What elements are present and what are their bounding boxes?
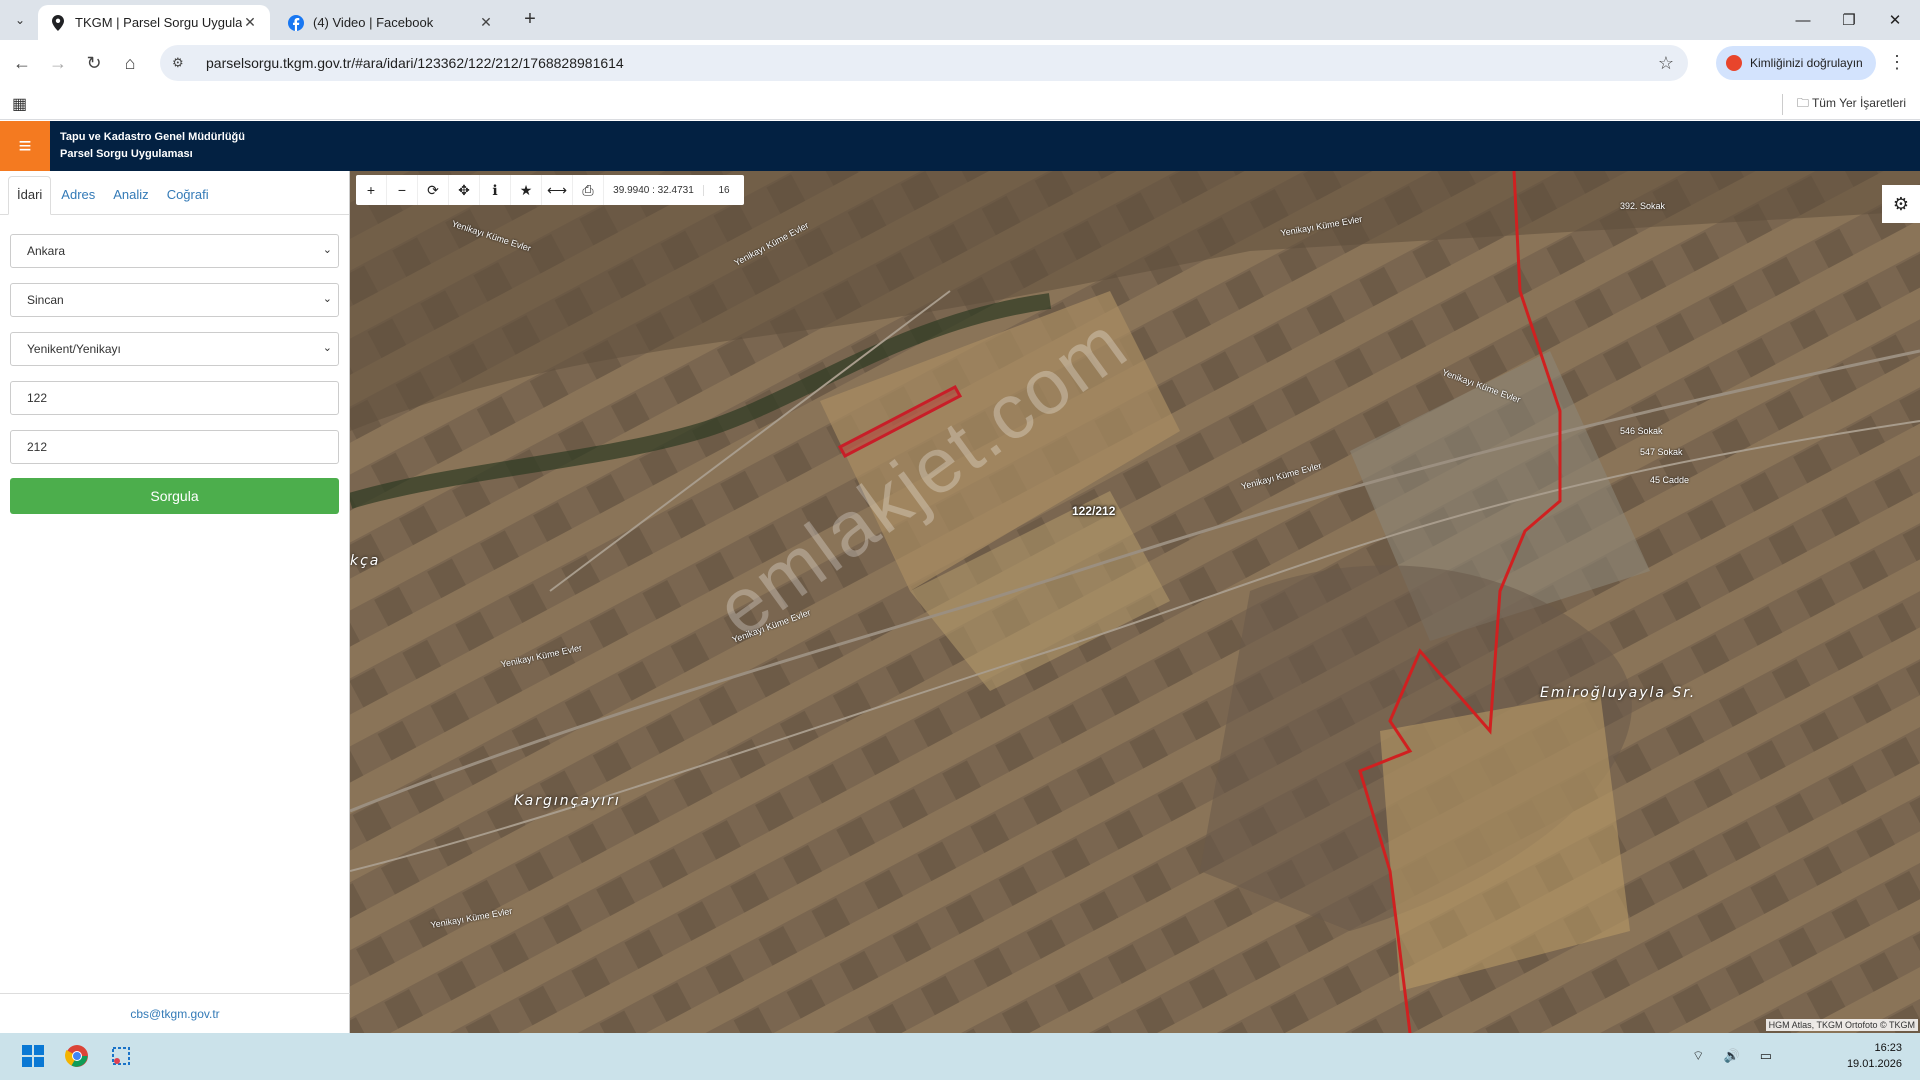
brand-line2: Parsel Sorgu Uygulaması [60,148,193,160]
neighborhood-select[interactable]: Yenikent/Yenikayı ⌄ [10,332,339,366]
contact-email-link[interactable]: cbs@tkgm.gov.tr [0,993,350,1033]
tab-adres[interactable]: Adres [53,177,103,214]
coordinate-readout: 39.9940 : 32.4731 [604,184,704,196]
minimize-icon[interactable]: — [1780,0,1826,40]
os-taskbar: ⌔ 🔊 ▭ 16:23 19.01.2026 [0,1033,1920,1080]
query-tabs: İdari Adres Analiz Coğrafi [0,171,349,215]
refresh-icon[interactable]: ⟳ [418,175,449,205]
road-label: 45 Cadde [1650,475,1690,485]
tab-idari[interactable]: İdari [8,176,52,215]
snipping-tool-icon[interactable] [106,1041,136,1071]
all-bookmarks-label: Tüm Yer İşaretleri [1811,96,1906,110]
place-label: Emiroğluyayla Sr. [1540,685,1697,701]
favorite-star-icon[interactable]: ★ [511,175,542,205]
url-text[interactable]: parselsorgu.tkgm.gov.tr/#ara/idari/12336… [206,55,624,71]
location-pin-icon [50,14,66,31]
query-sidebar: İdari Adres Analiz Coğrafi Ankara ⌄ Sinc… [0,171,350,1033]
tab-facebook[interactable]: (4) Video | Facebook ✕ [276,5,506,40]
home-icon[interactable]: ⌂ [116,49,144,77]
block-input[interactable]: 122 [10,381,339,415]
tab-cografi[interactable]: Coğrafi [159,177,217,214]
apps-grid-icon[interactable]: ▦ [12,94,27,114]
place-label: kça [350,553,381,569]
tab-title: (4) Video | Facebook [313,15,434,30]
all-bookmarks-button[interactable]: 🗀 Tüm Yer İşaretleri [1781,94,1906,115]
place-label: Kargınçayırı [514,793,621,809]
map-view[interactable]: + − ⟳ ✥ ℹ ★ ⟷ ⎙ 39.9940 : 32.4731 16 ⚙ e… [350,171,1920,1033]
close-tab-icon[interactable]: ✕ [478,14,494,31]
chevron-down-icon: ⌄ [322,293,332,305]
bookmarks-bar: ▦ 🗀 Tüm Yer İşaretleri [0,86,1920,120]
profile-button[interactable]: Kimliğinizi doğrulayın [1716,46,1876,80]
district-select[interactable]: Sincan ⌄ [10,283,339,317]
close-window-icon[interactable]: ✕ [1872,0,1918,40]
clock-date: 19.01.2026 [1846,1058,1902,1070]
map-toolbar: + − ⟳ ✥ ℹ ★ ⟷ ⎙ 39.9940 : 32.4731 16 [356,175,744,205]
profile-alert-icon [1726,55,1742,71]
profile-label: Kimliğinizi doğrulayın [1750,56,1863,70]
tab-tkgm[interactable]: TKGM | Parsel Sorgu Uygulama ✕ [38,5,270,40]
province-select[interactable]: Ankara ⌄ [10,234,339,268]
app-header: ≡ Tapu ve Kadastro Genel Müdürlüğü Parse… [0,121,1920,171]
measure-icon[interactable]: ⟷ [542,175,573,205]
parcel-value: 212 [27,440,48,454]
browser-tabbar: ⌄ TKGM | Parsel Sorgu Uygulama ✕ (4) Vid… [0,0,1920,40]
windows-start-icon[interactable] [18,1041,48,1071]
province-value: Ankara [27,244,66,258]
settings-gear-icon[interactable]: ⚙ [1882,185,1920,223]
chrome-icon[interactable] [62,1041,92,1071]
site-info-icon[interactable]: ⚙ [172,55,190,71]
back-icon[interactable]: ← [8,49,36,77]
parcel-input[interactable]: 212 [10,430,339,464]
block-value: 122 [27,391,48,405]
reload-icon[interactable]: ↻ [80,49,108,77]
info-icon[interactable]: ℹ [480,175,511,205]
browser-toolbar: ← → ↻ ⌂ ⚙ parselsorgu.tkgm.gov.tr/#ara/i… [0,40,1920,86]
road-label: 392. Sokak [1620,201,1666,211]
zoom-out-icon[interactable]: − [387,175,418,205]
close-tab-icon[interactable]: ✕ [242,14,258,31]
brand-line1: Tapu ve Kadastro Genel Müdürlüğü [60,131,245,143]
zoom-level: 16 [718,184,730,196]
tab-title: TKGM | Parsel Sorgu Uygulama [75,15,242,30]
facebook-icon [288,14,304,31]
parcel-label: 122/212 [1072,504,1116,518]
system-tray-icons[interactable]: ⌔ 🔊 ▭ [1692,1048,1780,1064]
map-attribution: HGM Atlas, TKGM Ortofoto © TKGM [1765,1019,1918,1031]
chevron-down-icon: ⌄ [322,342,332,354]
tab-analiz[interactable]: Analiz [105,177,156,214]
road-label: 546 Sokak [1620,426,1663,436]
browser-menu-icon[interactable]: ⋮ [1888,52,1906,73]
bookmark-star-icon[interactable]: ☆ [1658,53,1674,74]
district-value: Sincan [27,293,64,307]
hamburger-menu-icon[interactable]: ≡ [0,121,50,171]
print-icon[interactable]: ⎙ [573,175,604,205]
query-button[interactable]: Sorgula [10,478,339,514]
tab-search-icon[interactable]: ⌄ [8,8,32,32]
zoom-in-icon[interactable]: + [356,175,387,205]
road-label: 547 Sokak [1640,447,1683,457]
clock-time: 16:23 [1874,1042,1902,1054]
new-tab-button[interactable]: + [518,8,542,32]
locate-icon[interactable]: ✥ [449,175,480,205]
restore-icon[interactable]: ❐ [1826,0,1872,40]
clock[interactable]: 16:23 19.01.2026 [1847,1040,1902,1072]
address-bar[interactable]: ⚙ parselsorgu.tkgm.gov.tr/#ara/idari/123… [160,45,1688,81]
forward-icon[interactable]: → [44,49,72,77]
chevron-down-icon: ⌄ [322,244,332,256]
satellite-imagery [350,171,1920,1033]
neighborhood-value: Yenikent/Yenikayı [27,342,121,356]
app-brand: Tapu ve Kadastro Genel Müdürlüğü Parsel … [60,129,245,163]
